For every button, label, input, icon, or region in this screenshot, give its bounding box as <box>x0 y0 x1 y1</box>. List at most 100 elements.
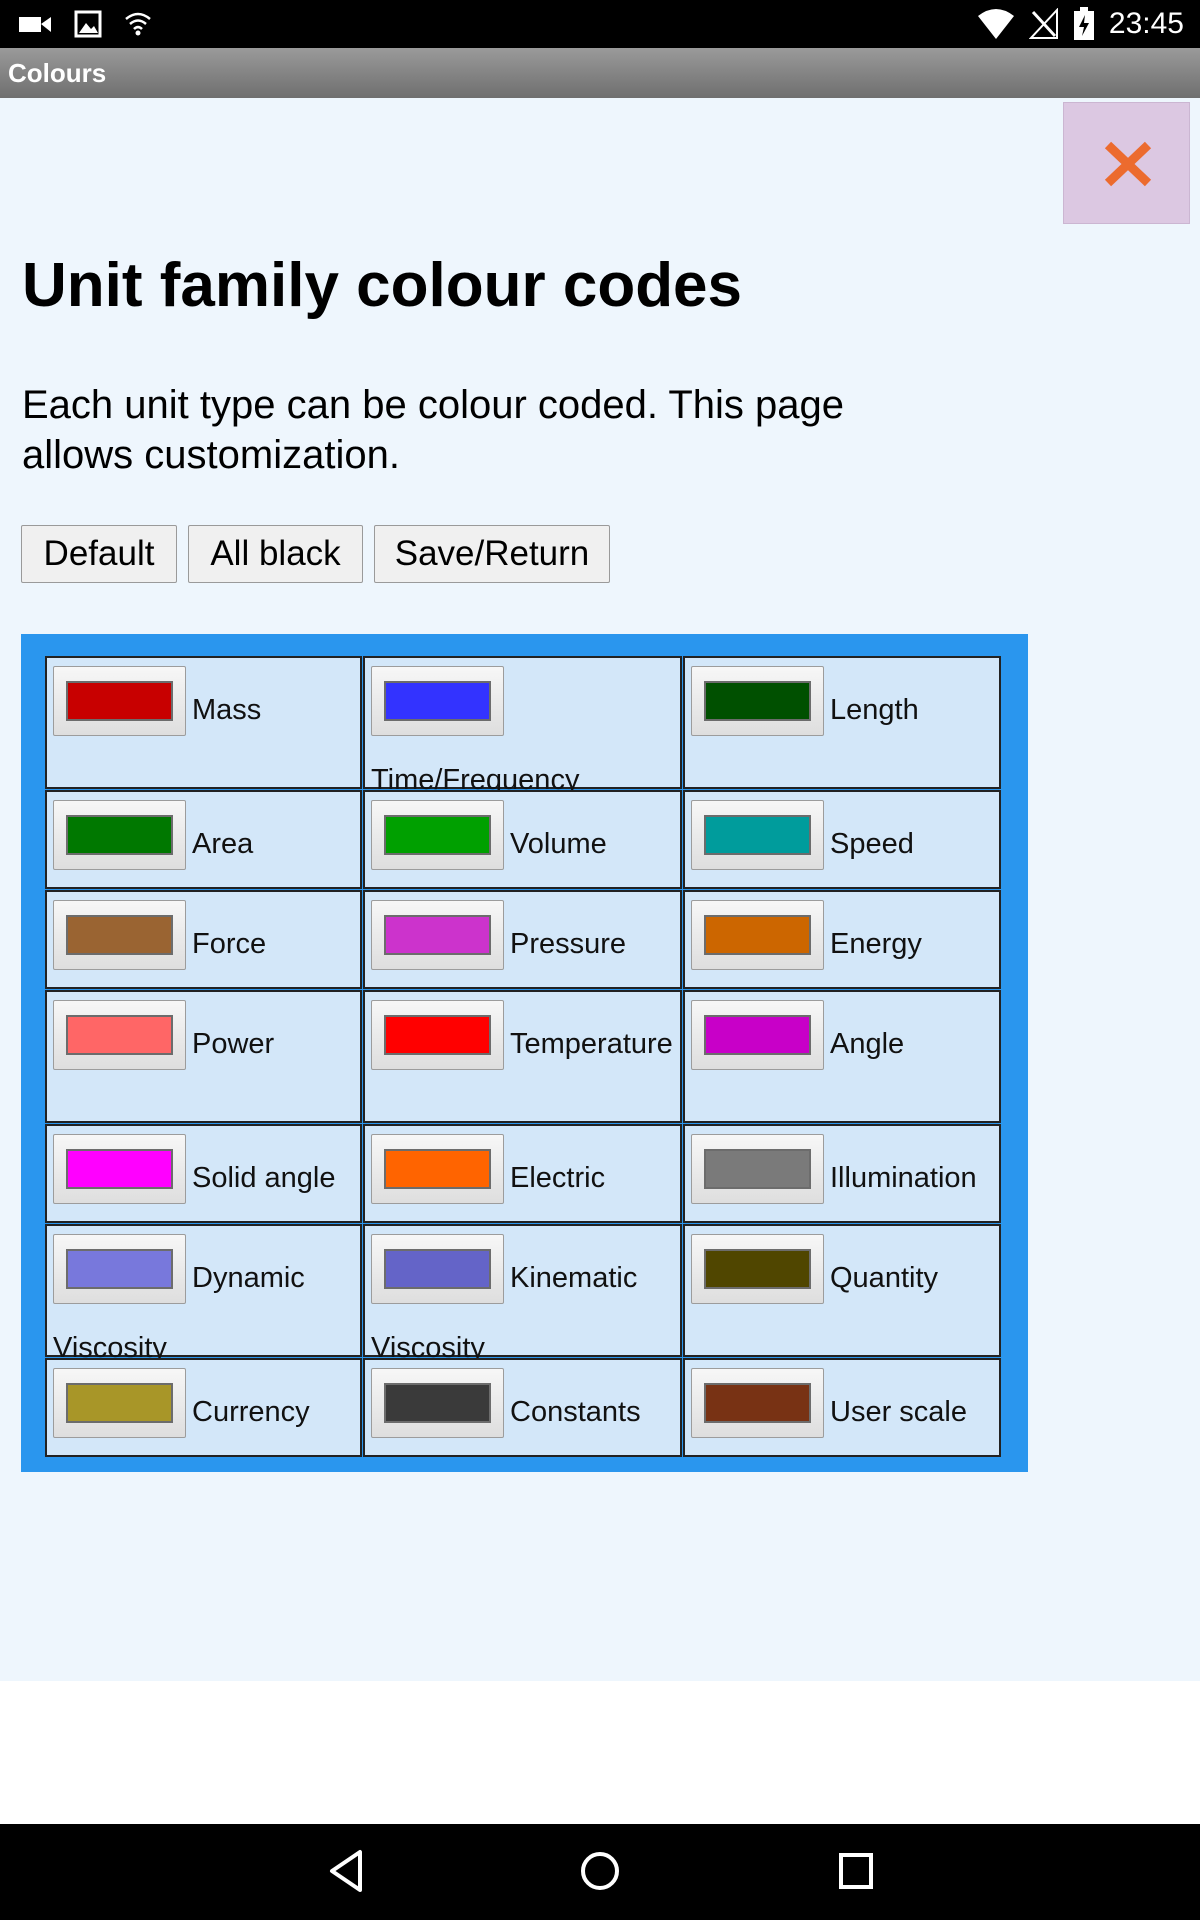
unit-cell: Volume <box>363 790 682 889</box>
unit-label: Speed <box>830 828 914 860</box>
colour-swatch <box>66 915 173 955</box>
close-button[interactable] <box>1063 102 1190 224</box>
unit-label: Solid angle <box>192 1162 336 1194</box>
unit-label: User scale <box>830 1396 967 1428</box>
all-black-button[interactable]: All black <box>188 525 363 583</box>
back-icon[interactable] <box>326 1846 366 1896</box>
save-return-button[interactable]: Save/Return <box>374 525 610 583</box>
home-icon[interactable] <box>579 1846 621 1896</box>
unit-label: Electric <box>510 1162 606 1194</box>
colour-swatch-button[interactable] <box>371 1368 504 1438</box>
wifi-icon <box>977 9 1014 39</box>
unit-label: Illumination <box>830 1162 977 1194</box>
colour-grid: Mass Time/Frequency Length Area Volume Speed F… <box>45 656 1002 1458</box>
unit-label: Pressure <box>510 928 627 960</box>
colour-swatch-button[interactable] <box>691 1134 824 1204</box>
colour-swatch <box>66 1149 173 1189</box>
unit-cell-content: Time/Frequency <box>371 666 674 796</box>
app-title: Colours <box>8 58 107 88</box>
unit-cell: Length <box>683 656 1001 789</box>
colour-table: Mass Time/Frequency Length Area Volume Speed F… <box>21 634 1028 1472</box>
unit-cell-content: Illumination <box>691 1134 993 1204</box>
colour-swatch-button[interactable] <box>691 1234 824 1304</box>
colour-swatch-button[interactable] <box>691 1000 824 1070</box>
colour-swatch-button[interactable] <box>53 1234 186 1304</box>
wifi-signal-icon <box>125 12 151 36</box>
colour-swatch-button[interactable] <box>691 900 824 970</box>
colour-swatch <box>384 1383 491 1423</box>
unit-cell: Kinematic Viscosity <box>363 1224 682 1364</box>
colour-swatch-button[interactable] <box>53 1368 186 1438</box>
title-bar: Colours <box>0 48 1200 98</box>
status-time: 23:45 <box>1108 7 1184 40</box>
action-buttons: Default All black Save/Return <box>21 525 610 583</box>
unit-cell-content: Kinematic Viscosity <box>371 1234 674 1364</box>
colour-swatch-button[interactable] <box>371 800 504 870</box>
unit-label: Constants <box>510 1396 641 1428</box>
colour-swatch-button[interactable] <box>371 1134 504 1204</box>
colour-swatch-button[interactable] <box>53 1134 186 1204</box>
colour-swatch <box>384 1015 491 1055</box>
unit-label: Power <box>192 1028 275 1060</box>
colour-swatch <box>704 1249 811 1289</box>
unit-cell-content: Temperature <box>371 1000 674 1070</box>
no-signal-icon <box>1028 8 1058 39</box>
colour-swatch <box>704 815 811 855</box>
colour-swatch <box>66 681 173 721</box>
colour-swatch <box>66 1015 173 1055</box>
colour-swatch-button[interactable] <box>691 1368 824 1438</box>
close-icon <box>1104 141 1152 187</box>
colour-swatch <box>704 1383 811 1423</box>
colour-swatch-button[interactable] <box>53 900 186 970</box>
unit-cell-content: Dynamic Viscosity <box>53 1234 354 1364</box>
colour-swatch-button[interactable] <box>53 666 186 736</box>
colour-swatch <box>384 815 491 855</box>
battery-charging-icon <box>1073 7 1094 40</box>
unit-label: Quantity <box>830 1262 938 1294</box>
unit-cell: Quantity <box>683 1224 1001 1357</box>
unit-label: Angle <box>830 1028 905 1060</box>
colour-swatch-button[interactable] <box>691 666 824 736</box>
colour-swatch <box>66 815 173 855</box>
colour-swatch-button[interactable] <box>691 800 824 870</box>
unit-cell: Illumination <box>683 1124 1001 1223</box>
unit-cell-content: Mass <box>53 666 354 736</box>
unit-cell-content: Power <box>53 1000 354 1070</box>
colour-swatch-button[interactable] <box>371 900 504 970</box>
unit-cell-content: Area <box>53 800 354 870</box>
colour-swatch-button[interactable] <box>53 800 186 870</box>
default-button[interactable]: Default <box>21 525 177 583</box>
unit-cell-content: Constants <box>371 1368 674 1438</box>
colour-swatch <box>384 915 491 955</box>
unit-cell: Force <box>45 890 362 989</box>
unit-cell-content: Pressure <box>371 900 674 970</box>
navigation-bar <box>0 1824 1200 1920</box>
unit-cell: Power <box>45 990 362 1123</box>
recents-icon[interactable] <box>836 1846 876 1896</box>
colour-swatch-button[interactable] <box>371 666 504 736</box>
video-camera-icon <box>19 17 51 32</box>
unit-cell-content: Electric <box>371 1134 674 1204</box>
unit-cell: Angle <box>683 990 1001 1123</box>
colour-swatch <box>704 1015 811 1055</box>
unit-label: Temperature <box>510 1028 673 1060</box>
colour-swatch <box>704 915 811 955</box>
colour-swatch <box>704 1149 811 1189</box>
colour-swatch <box>384 1249 491 1289</box>
colour-swatch-button[interactable] <box>371 1000 504 1070</box>
colour-swatch <box>704 681 811 721</box>
colour-swatch <box>384 681 491 721</box>
unit-cell: Pressure <box>363 890 682 989</box>
page-title: Unit family colour codes <box>22 251 743 320</box>
colour-swatch-button[interactable] <box>371 1234 504 1304</box>
colour-swatch-button[interactable] <box>53 1000 186 1070</box>
unit-cell: User scale <box>683 1358 1001 1457</box>
unit-cell: Energy <box>683 890 1001 989</box>
unit-cell: Speed <box>683 790 1001 889</box>
unit-cell: Currency <box>45 1358 362 1457</box>
unit-cell-content: Quantity <box>691 1234 993 1304</box>
unit-cell-content: Volume <box>371 800 674 870</box>
unit-cell: Time/Frequency <box>363 656 682 796</box>
unit-label: Volume <box>510 828 607 860</box>
page-description: Each unit type can be colour coded. This… <box>22 383 845 477</box>
